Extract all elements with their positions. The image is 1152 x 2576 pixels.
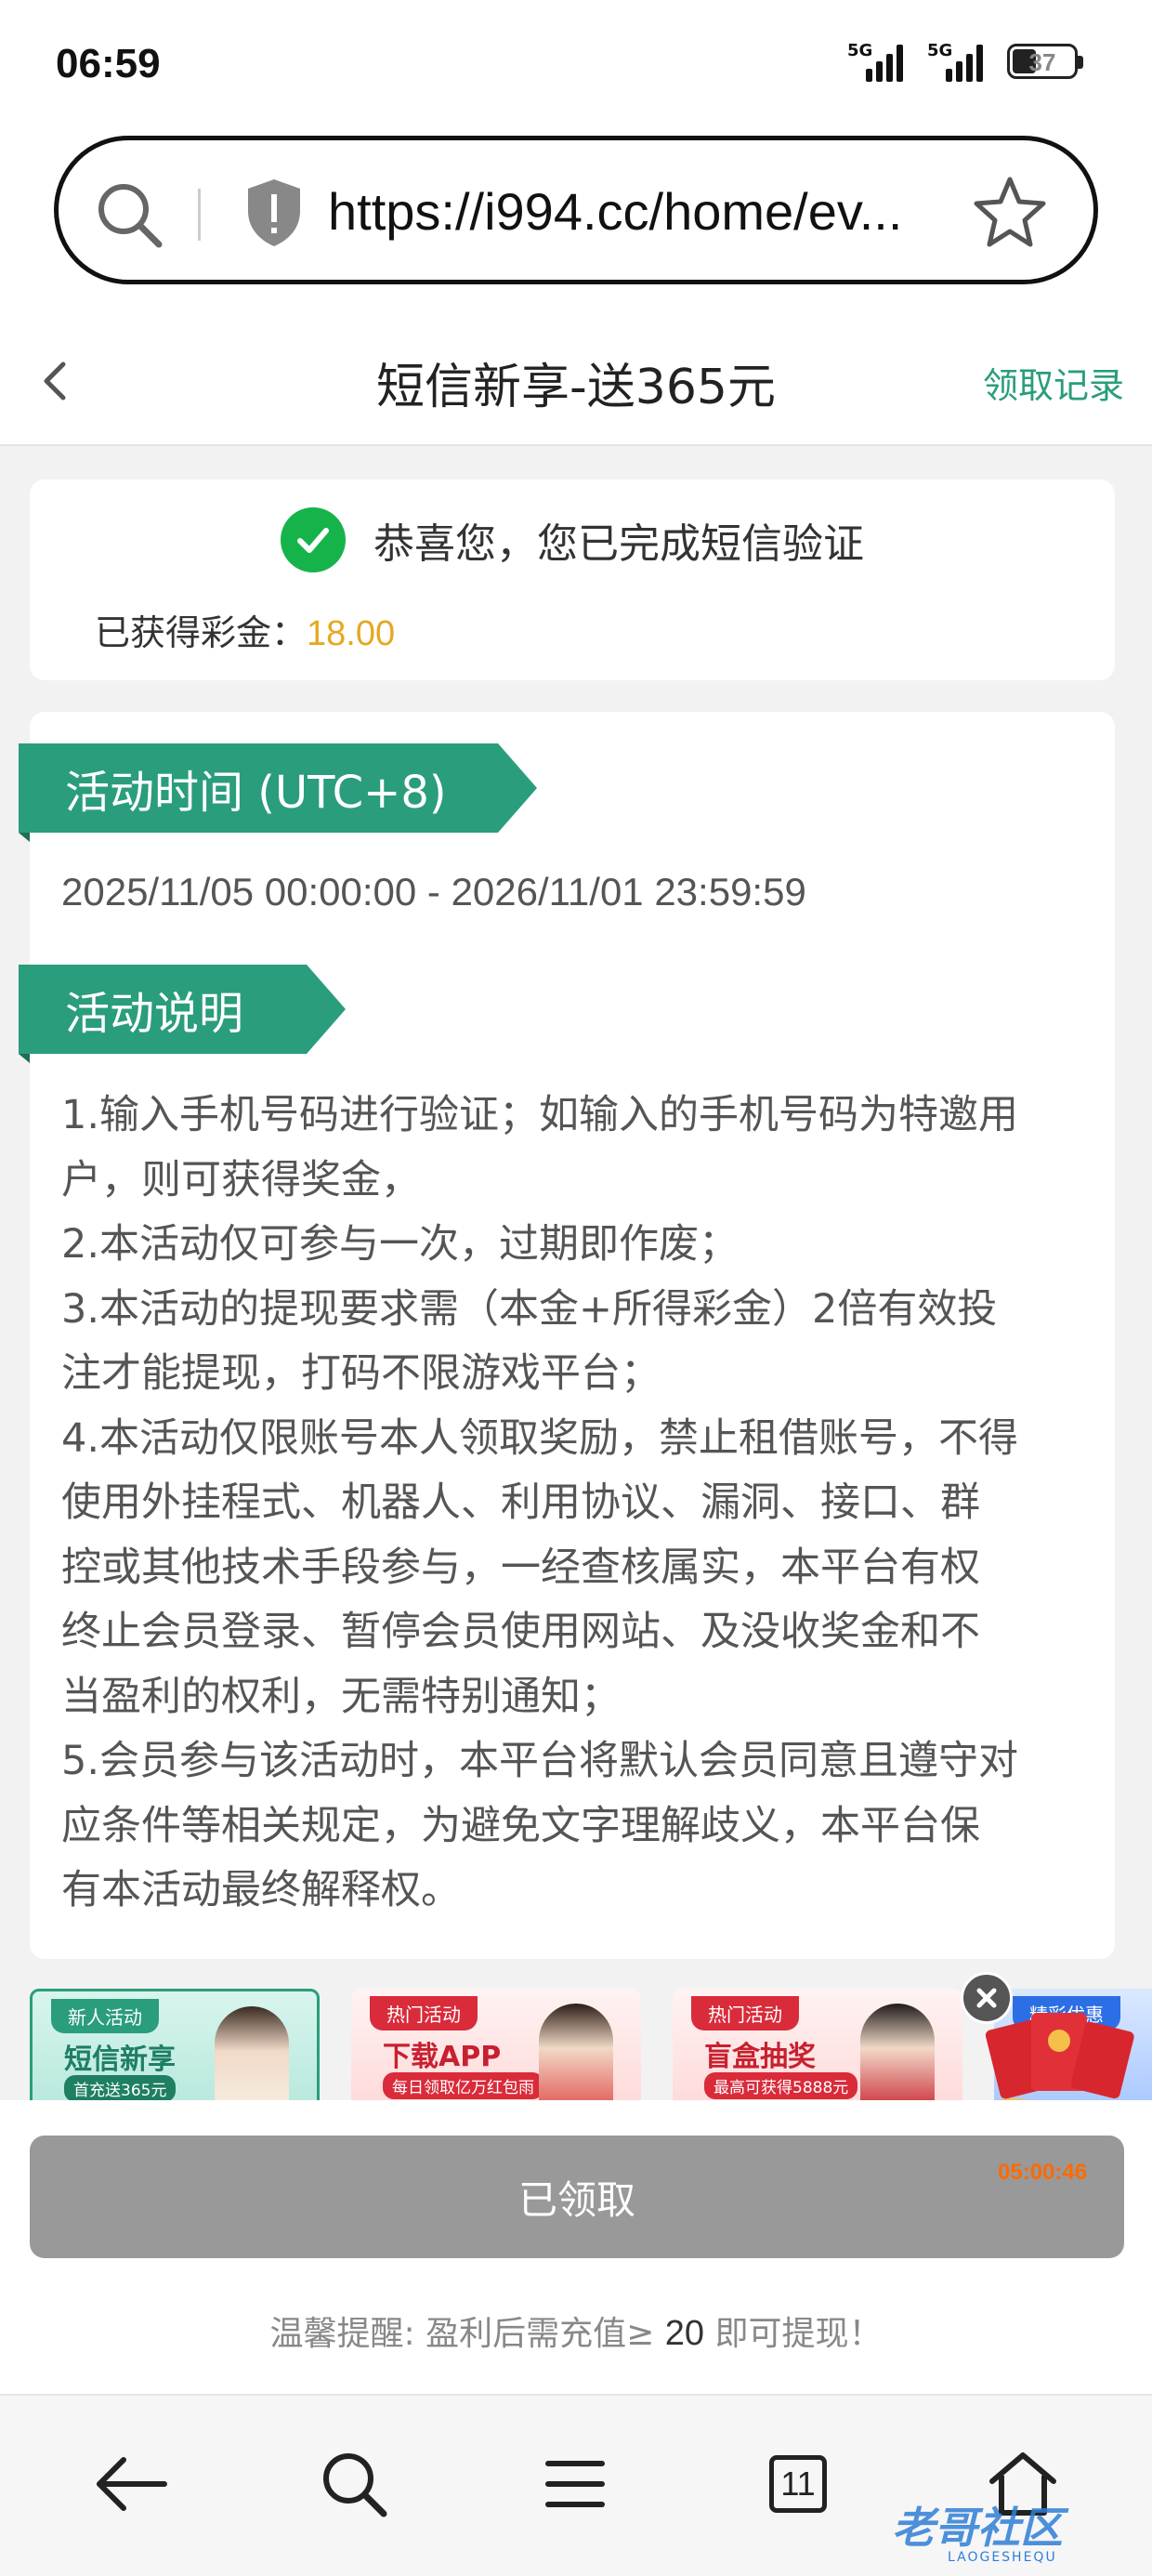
promo-blind-box[interactable]: 热门活动 盲盒抽奖 最高可获得5888元 [673,1989,962,2100]
promo-model-image [539,2004,613,2100]
watermark-subtext: LAOGESHEQU [948,2550,1057,2565]
verify-card: 恭喜您，您已完成短信验证 已获得彩金：18.00 [30,480,1115,680]
rule-line: 终止会员登录、暂停会员使用网站、及没收奖金和不 [61,1609,980,1655]
rule-line: 4.本活动仅限账号本人领取奖励，禁止租借账号，不得 [61,1414,1019,1462]
promo-tag: 热门活动 [370,1996,478,2031]
verify-message: 恭喜您，您已完成短信验证 [373,520,864,568]
activity-rules: 1.输入手机号码进行验证；如输入的手机号码为特邀用 户，则可获得奖金， 2.本活… [61,1084,1083,1924]
promo-sms-bonus[interactable]: 新人活动 短信新享 首充送365元 [30,1989,320,2100]
menu-icon[interactable] [533,2442,617,2526]
promo-model-image [860,2004,935,2100]
promo-tag: 新人活动 [51,1999,159,2033]
signal-icon-2: 5G [927,41,983,82]
signal-icon: 5G [847,41,903,82]
battery-level: 37 [1028,48,1056,76]
promo-subtitle: 最高可获得5888元 [704,2072,858,2099]
rule-line: 使用外挂程式、机器人、利用协议、漏洞、接口、群 [61,1479,980,1526]
promo-subtitle: 每日领取亿万红包雨 [383,2072,543,2099]
status-time: 06:59 [56,41,161,86]
rule-line: 1.输入手机号码进行验证；如输入的手机号码为特邀用 [61,1092,1019,1138]
countdown-timer: 05:00:46 [998,2160,1088,2185]
rule-line: 户，则可获得奖金， [61,1156,421,1203]
claimed-button[interactable]: 已领取 [30,2136,1124,2258]
battery-icon: 37 [1007,44,1083,79]
activity-card: 活动时间 (UTC+8) 2025/11/05 00:00:00 - 2026/… [19,712,1115,1959]
promo-download-app[interactable]: 热门活动 下载APP 每日领取亿万红包雨 [351,1989,641,2100]
promo-tag: 热门活动 [691,1996,799,2031]
star-icon[interactable] [973,174,1047,252]
status-icons: 5G 5G 37 [847,41,1083,82]
activity-desc-heading: 活动说明 [19,965,346,1063]
promo-title: 盲盒抽奖 [704,2041,816,2073]
reminder-amount: 20 [664,2314,704,2353]
rule-line: 控或其他技术手段参与，一经查核属实，本平台有权 [61,1544,980,1591]
check-icon [281,507,346,572]
promo-subtitle: 首充送365元 [64,2075,177,2100]
page-title: 短信新享-送365元 [375,360,777,415]
bonus-value: 18.00 [307,614,396,653]
bonus-label: 已获得彩金： [95,612,308,653]
promo-model-image [215,2006,289,2100]
action-area: 已领取 温馨提醒: 盈利后需充值≥ 20 即可提现！ [0,2100,1152,2394]
url-text[interactable]: https://i994.cc/home/ev... [328,181,923,242]
tabs-count: 11 [769,2455,827,2513]
rule-line: 当盈利的权利，无需特别通知； [61,1673,621,1720]
withdraw-reminder: 温馨提醒: 盈利后需充值≥ 20 即可提现！ [0,2307,1152,2355]
search-icon[interactable] [94,179,164,254]
address-bar[interactable]: https://i994.cc/home/ev... [54,136,1098,284]
promo-title: 短信新享 [64,2044,176,2076]
search-icon[interactable] [312,2442,396,2526]
back-arrow-icon[interactable] [89,2442,173,2526]
rule-line: 2.本活动仅可参与一次，过期即作废； [61,1221,740,1268]
rule-line: 注才能提现，打码不限游戏平台； [61,1350,661,1397]
watermark-logo: 老哥社区 [892,2503,1063,2553]
status-bar: 06:59 5G 5G 37 [0,0,1152,130]
page-header: 短信新享-送365元 领取记录 [0,316,1152,446]
divider [198,189,201,241]
bonus-row: 已获得彩金：18.00 [95,604,395,655]
tabs-button[interactable]: 11 [756,2442,840,2526]
browser-toolbar: https://i994.cc/home/ev... [0,130,1152,316]
reminder-prefix: 温馨提醒: 盈利后需充值≥ [269,2315,665,2353]
rule-line: 5.会员参与该活动时，本平台将默认会员同意且遵守对 [61,1738,1019,1784]
activity-time-heading: 活动时间 (UTC+8) [19,743,537,842]
verify-row: 恭喜您，您已完成短信验证 [30,507,1115,572]
claim-record-link[interactable]: 领取记录 [983,357,1124,408]
activity-time-range: 2025/11/05 00:00:00 - 2026/11/01 23:59:5… [61,870,806,913]
rule-line: 3.本活动的提现要求需（本金+所得彩金）2倍有效投 [61,1285,998,1333]
rule-line: 应条件等相关规定，为避免文字理解歧义，本平台保 [61,1802,980,1849]
close-icon[interactable] [961,1972,1013,2024]
rule-line: 有本活动最终解释权。 [61,1867,461,1913]
reminder-suffix: 即可提现！ [704,2315,883,2353]
shield-icon[interactable] [244,177,304,252]
promo-title: 下载APP [383,2041,502,2073]
